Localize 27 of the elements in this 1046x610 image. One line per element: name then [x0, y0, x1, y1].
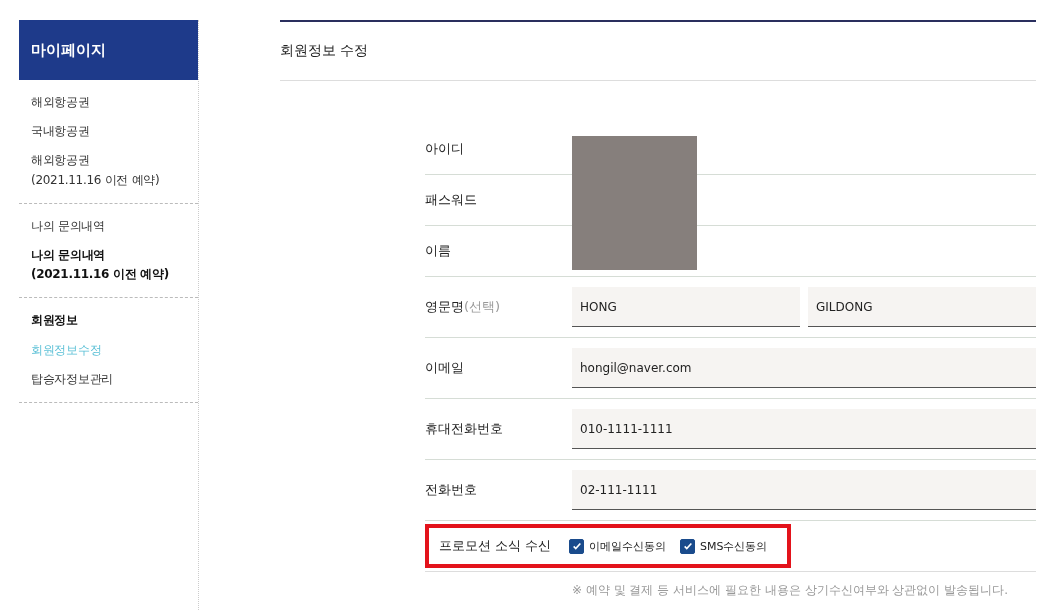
consent-checkbox[interactable]: SMS수신동의 [680, 538, 768, 554]
field-label: 영문명(선택) [425, 298, 502, 316]
checkmark-icon [682, 541, 693, 551]
input-field[interactable]: GILDONG [808, 287, 1036, 327]
field-label: 이메일 [425, 359, 465, 377]
sidebar-item[interactable]: 국내항공권 [19, 117, 198, 147]
consent-checkbox[interactable]: 이메일수신동의 [569, 538, 666, 554]
sidebar-item[interactable]: 해외항공권 [19, 88, 198, 118]
input-field[interactable]: hongil@naver.com [572, 348, 1036, 388]
field-label: 전화번호 [425, 481, 478, 499]
field-label: 아이디 [425, 140, 465, 158]
sidebar-item[interactable]: 해외항공권 (2021.11.16 이전 예약) [19, 146, 198, 195]
field-label: 패스워드 [425, 191, 478, 209]
sidebar-title: 마이페이지 [19, 20, 198, 80]
sidebar-item[interactable]: 회원정보 [19, 306, 198, 336]
page-title: 회원정보 수정 [280, 22, 1036, 81]
input-field[interactable]: 010-1111-1111 [572, 409, 1036, 449]
sidebar-item[interactable]: 나의 문의내역 (2021.11.16 이전 예약) [19, 240, 198, 290]
field-label: 이름 [425, 242, 452, 260]
input-field[interactable]: HONG [572, 287, 800, 327]
field-label: 휴대전화번호 [425, 420, 504, 438]
sidebar-item[interactable]: 탑승자정보관리 [19, 364, 198, 394]
field-label: 프로모션 소식 수신 [439, 537, 553, 555]
sidebar-item[interactable]: 나의 문의내역 [19, 211, 198, 241]
input-field[interactable]: 02-111-1111 [572, 470, 1036, 510]
notice-text: ※ 예약 및 결제 등 서비스에 필요한 내용은 상기수신여부와 상관없이 발송됩니다. [572, 582, 1009, 599]
checkmark-icon [571, 541, 582, 551]
